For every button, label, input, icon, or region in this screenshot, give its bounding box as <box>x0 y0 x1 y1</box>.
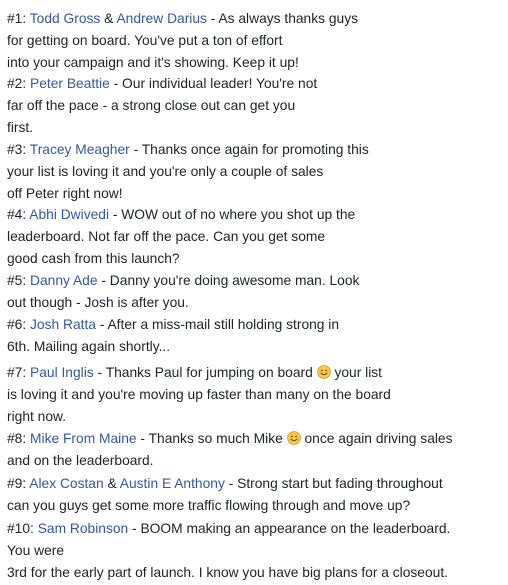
rank-label: #6: <box>7 317 27 332</box>
smiley-emoji-icon <box>286 431 301 445</box>
comment-text: into your campaign and it's showing. Kee… <box>7 55 299 70</box>
entry-2: #2: Peter Beattie - Our individual leade… <box>7 73 505 139</box>
entry-7: #7: Paul Inglis - Thanks Paul for jumpin… <box>7 362 505 428</box>
rank-label: #10: <box>7 521 34 536</box>
comment-text: - WOW out of no where you shot up the <box>109 207 356 222</box>
comment-text: - Thanks so much Mike <box>136 431 283 446</box>
comment-text: - Our individual leader! You're not <box>109 76 318 91</box>
comment-text: right now. <box>7 409 67 424</box>
entry-4: #4: Abhi Dwivedi - WOW out of no where y… <box>7 204 505 270</box>
comment-text: 6th. Mailing again shortly... <box>7 339 171 354</box>
comment-text: out though - Josh is after you. <box>7 295 189 310</box>
entry-3: #3: Tracey Meagher - Thanks once again f… <box>7 139 505 205</box>
leaderboard-post: #1: Todd Gross & Andrew Darius - As alwa… <box>0 0 508 585</box>
comment-text: - After a miss-mail still holding strong… <box>95 317 340 332</box>
rank-label: #2: <box>7 76 27 91</box>
rank-label: #4: <box>7 207 27 222</box>
entry-5: #5: Danny Ade - Danny you're doing aweso… <box>7 270 505 314</box>
rank-label: #9: <box>7 476 27 491</box>
comment-text: far off the pace - a strong close out ca… <box>7 98 296 113</box>
name-link[interactable]: Mike From Maine <box>30 431 137 446</box>
comment-text: good cash from this launch? <box>7 251 180 266</box>
name-link[interactable]: Danny Ade <box>30 273 98 288</box>
name-link[interactable]: Andrew Darius <box>116 11 206 26</box>
entry-9: #9: Alex Costan & Austin E Anthony - Str… <box>7 473 505 517</box>
name-link[interactable]: Alex Costan <box>29 476 103 491</box>
entry-1: #1: Todd Gross & Andrew Darius - As alwa… <box>7 8 505 74</box>
rank-label: #5: <box>7 273 27 288</box>
comment-text: first. <box>7 120 34 135</box>
entry-6: #6: Josh Ratta - After a miss-mail still… <box>7 314 505 358</box>
comment-text: - Thanks once again for promoting this <box>129 142 369 157</box>
comment-text: - Strong start but fading throughout <box>224 476 443 491</box>
comment-text: - As always thanks guys <box>206 11 359 26</box>
comment-text: can you guys get some more traffic flowi… <box>7 498 411 513</box>
comment-text: off Peter right now! <box>7 186 123 201</box>
comment-text: your list <box>330 365 382 380</box>
rank-label: #1: <box>7 11 27 26</box>
comment-text: your list is loving it and you're only a… <box>7 164 324 179</box>
comment-text: 3rd for the early part of launch. I know… <box>7 565 448 580</box>
name-link[interactable]: Todd Gross <box>30 11 101 26</box>
comment-text: for getting on board. You've put a ton o… <box>7 33 283 48</box>
entry-8: #8: Mike From Maine - Thanks so much Mik… <box>7 428 505 472</box>
name-link[interactable]: Paul Inglis <box>30 365 94 380</box>
name-link[interactable]: Tracey Meagher <box>30 142 130 157</box>
rank-label: #8: <box>7 431 27 446</box>
comment-text: You were <box>7 543 65 558</box>
comment-text: is loving it and you're moving up faster… <box>7 387 391 402</box>
rank-label: #7: <box>7 365 27 380</box>
comment-text: - Thanks Paul for jumping on board <box>93 365 313 380</box>
smiley-emoji-icon <box>316 365 331 379</box>
name-link[interactable]: Sam Robinson <box>38 521 129 536</box>
rank-label: #3: <box>7 142 27 157</box>
name-joiner: & <box>100 11 117 26</box>
comment-text: - BOOM making an appearance on the leade… <box>128 521 451 536</box>
name-link[interactable]: Josh Ratta <box>30 317 96 332</box>
comment-text: and on the leaderboard. <box>7 453 154 468</box>
name-joiner: & <box>103 476 120 491</box>
name-link[interactable]: Austin E Anthony <box>120 476 225 491</box>
comment-text: leaderboard. Not far off the pace. Can y… <box>7 229 326 244</box>
entry-10: #10: Sam Robinson - BOOM making an appea… <box>7 518 505 584</box>
name-link[interactable]: Peter Beattie <box>30 76 110 91</box>
comment-text: once again driving sales <box>300 431 453 446</box>
name-link[interactable]: Abhi Dwivedi <box>29 207 109 222</box>
comment-text: - Danny you're doing awesome man. Look <box>97 273 360 288</box>
